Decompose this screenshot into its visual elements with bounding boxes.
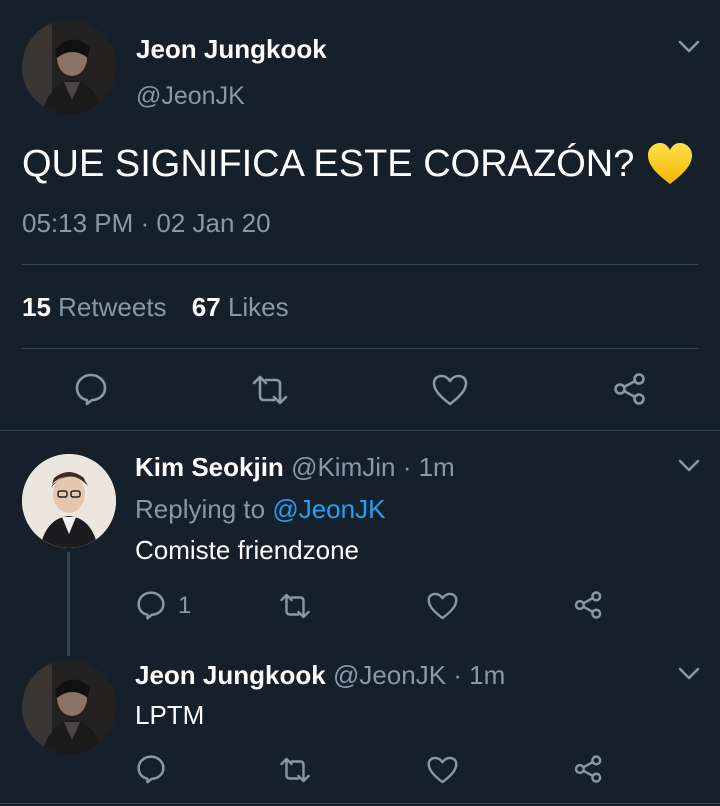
- author-handle[interactable]: @JeonJK: [136, 82, 245, 111]
- retweet-icon[interactable]: [278, 756, 312, 784]
- heart-icon[interactable]: [432, 374, 468, 406]
- retweets-label: Retweets: [58, 292, 167, 322]
- likes-stat[interactable]: 67 Likes: [192, 292, 289, 322]
- chevron-down-icon[interactable]: [678, 459, 700, 473]
- reply-count: 1: [178, 592, 192, 619]
- divider: [0, 430, 720, 431]
- retweets-stat[interactable]: 15 Retweets: [22, 292, 174, 322]
- divider: [0, 803, 720, 804]
- reply-author-name[interactable]: Kim Seokjin: [135, 452, 284, 482]
- tweet-text: QUE SIGNIFICA ESTE CORAZÓN?: [22, 142, 694, 186]
- share-icon[interactable]: [573, 754, 604, 784]
- thread-connector-line: [67, 552, 70, 656]
- chevron-down-icon[interactable]: [678, 667, 700, 681]
- heart-icon[interactable]: [427, 592, 458, 620]
- avatar-image: [22, 454, 116, 548]
- avatar-kim-seokjin[interactable]: [22, 454, 116, 548]
- reply-time: · 1m: [453, 660, 506, 690]
- avatar-image: [22, 660, 116, 754]
- heart-icon[interactable]: [427, 756, 458, 784]
- avatar-jeon-jungkook[interactable]: [22, 20, 116, 114]
- reply-header: Kim Seokjin @KimJin · 1m: [135, 452, 455, 483]
- reply-author-handle[interactable]: @JeonJK: [333, 660, 446, 690]
- chevron-down-icon[interactable]: [678, 40, 700, 54]
- reply-text: Comiste friendzone: [135, 535, 359, 565]
- likes-count: 67: [191, 292, 221, 322]
- replying-to: Replying to @JeonJK: [135, 494, 385, 525]
- tweet-text-body: QUE SIGNIFICA ESTE CORAZÓN?: [22, 142, 635, 185]
- retweets-count: 15: [22, 292, 51, 322]
- retweet-icon[interactable]: [278, 592, 312, 620]
- avatar-image: [22, 20, 116, 114]
- tweet-timestamp[interactable]: 05:13 PM · 02 Jan 20: [22, 208, 271, 239]
- reply-icon[interactable]: [74, 372, 108, 406]
- reply-time: · 1m: [402, 452, 455, 482]
- reply-text: LPTM: [135, 700, 205, 730]
- replying-to-handle-link[interactable]: @JeonJK: [272, 494, 385, 524]
- reply-author-handle[interactable]: @KimJin: [291, 452, 395, 482]
- reply-header: Jeon Jungkook @JeonJK · 1m: [135, 660, 505, 691]
- author-name[interactable]: Jeon Jungkook: [136, 34, 327, 65]
- replying-to-label: Replying to: [135, 494, 266, 524]
- yellow-heart-emoji-icon: [646, 142, 694, 186]
- reply-icon[interactable]: [136, 590, 166, 620]
- divider: [22, 264, 698, 265]
- divider: [22, 348, 698, 349]
- retweet-icon[interactable]: [250, 374, 290, 406]
- reply-icon[interactable]: [136, 754, 166, 784]
- share-icon[interactable]: [612, 372, 648, 406]
- avatar-jeon-jungkook[interactable]: [22, 660, 116, 754]
- share-icon[interactable]: [573, 590, 604, 620]
- tweet-thread: Jeon Jungkook @JeonJK QUE SIGNIFICA ESTE…: [0, 0, 720, 806]
- likes-label: Likes: [227, 292, 289, 322]
- reply-author-name[interactable]: Jeon Jungkook: [135, 660, 326, 690]
- engagement-stats: 15 Retweets 67 Likes: [22, 292, 289, 323]
